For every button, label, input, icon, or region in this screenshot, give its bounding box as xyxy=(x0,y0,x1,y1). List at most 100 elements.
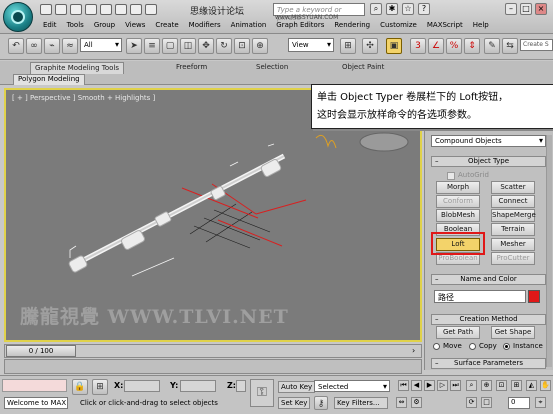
tab-selection[interactable]: Selection xyxy=(256,63,288,75)
mirror-icon[interactable]: ⇆ xyxy=(502,38,518,54)
pan-view-icon[interactable]: ✋ xyxy=(540,380,551,391)
object-category-dropdown[interactable]: Compound Objects xyxy=(431,135,546,147)
current-frame-field[interactable]: 0 xyxy=(508,397,530,409)
autogrid-checkbox[interactable] xyxy=(447,172,455,180)
tab-polygon-modeling[interactable]: Polygon Modeling xyxy=(13,74,85,85)
surface-parameters-rollout-header[interactable]: Surface Parameters xyxy=(431,358,546,369)
menu-animation[interactable]: Animation xyxy=(226,20,272,33)
field-of-view-icon[interactable]: ◭ xyxy=(526,380,537,391)
auto-key-button[interactable]: Auto Key xyxy=(278,381,316,393)
select-and-link-icon[interactable]: ∞ xyxy=(26,38,42,54)
zoom-all-icon[interactable]: ⊕ xyxy=(481,380,492,391)
creation-method-rollout-header[interactable]: Creation Method xyxy=(431,314,546,325)
menu-rendering[interactable]: Rendering xyxy=(329,20,375,33)
key-filters-button[interactable]: Key Filters... xyxy=(334,397,388,409)
track-bar[interactable] xyxy=(4,359,422,374)
undo-icon[interactable]: ↶ xyxy=(8,38,24,54)
menu-help[interactable]: Help xyxy=(468,20,494,33)
menu-maxscript[interactable]: MAXScript xyxy=(422,20,468,33)
shapemerge-button[interactable]: ShapeMerge xyxy=(491,209,536,222)
tab-object-paint[interactable]: Object Paint xyxy=(342,63,384,75)
favorites-star-icon[interactable]: ☆ xyxy=(402,3,414,15)
move-radio[interactable] xyxy=(433,343,440,350)
window-crossing-icon[interactable]: ◫ xyxy=(180,38,196,54)
selection-filter-dropdown[interactable]: All xyxy=(80,38,122,52)
connect-button[interactable]: Connect xyxy=(491,195,535,208)
close-icon[interactable]: × xyxy=(535,3,547,15)
app-logo-icon[interactable] xyxy=(3,2,33,32)
mesher-button[interactable]: Mesher xyxy=(491,238,535,251)
redo-icon[interactable] xyxy=(100,4,112,15)
get-shape-button[interactable]: Get Shape xyxy=(491,326,535,339)
snaps-toggle-icon[interactable]: 3 xyxy=(410,38,426,54)
selection-lock-icon[interactable]: 🔒 xyxy=(72,379,88,395)
communication-center-icon[interactable]: ✱ xyxy=(386,3,398,15)
save-file-icon[interactable] xyxy=(70,4,82,15)
menu-edit[interactable]: Edit xyxy=(38,20,62,33)
name-and-color-rollout-header[interactable]: Name and Color xyxy=(431,274,546,285)
menu-views[interactable]: Views xyxy=(120,20,150,33)
x-coord-field[interactable] xyxy=(124,380,160,392)
welcome-message[interactable]: Welcome to MAX! xyxy=(4,397,68,409)
maxscript-listener-mini[interactable] xyxy=(2,379,67,392)
time-slider-thumb[interactable]: 0 / 100 xyxy=(6,345,76,357)
menu-graph-editors[interactable]: Graph Editors xyxy=(271,20,329,33)
new-file-icon[interactable] xyxy=(40,4,52,15)
hold-icon[interactable] xyxy=(115,4,127,15)
menu-modifiers[interactable]: Modifiers xyxy=(184,20,226,33)
instance-radio[interactable] xyxy=(503,343,510,350)
fetch-icon[interactable] xyxy=(130,4,142,15)
orbit-icon[interactable]: ⟳ xyxy=(466,397,477,408)
set-key-button[interactable]: Set Key xyxy=(278,397,311,409)
help-icon[interactable]: ? xyxy=(418,3,430,15)
pivot-center-icon[interactable]: ⊞ xyxy=(340,38,356,54)
morph-button[interactable]: Morph xyxy=(436,181,480,194)
project-folder-icon[interactable] xyxy=(145,4,157,15)
menu-group[interactable]: Group xyxy=(89,20,120,33)
key-mode-toggle-icon[interactable]: ⇔ xyxy=(396,397,407,408)
select-and-manipulate-2-icon[interactable]: ✣ xyxy=(362,38,378,54)
select-and-rotate-icon[interactable]: ↻ xyxy=(216,38,232,54)
play-icon[interactable]: ▶ xyxy=(424,380,435,391)
select-by-name-icon[interactable]: ≡ xyxy=(144,38,160,54)
keyboard-shortcut-override-icon[interactable]: ▣ xyxy=(386,38,402,54)
maximize-viewport-icon[interactable]: □ xyxy=(481,397,492,408)
unlink-icon[interactable]: ⌁ xyxy=(44,38,60,54)
menu-customize[interactable]: Customize xyxy=(375,20,422,33)
procutter-button[interactable]: ProCutter xyxy=(491,252,535,265)
minimize-icon[interactable]: – xyxy=(505,3,517,15)
absolute-mode-icon[interactable]: ⊞ xyxy=(92,379,108,395)
set-key-mode-icon[interactable]: ⚿ xyxy=(250,379,274,407)
conform-button[interactable]: Conform xyxy=(436,195,480,208)
terrain-button[interactable]: Terrain xyxy=(491,223,535,236)
time-slider-next-icon[interactable]: › xyxy=(412,346,415,355)
walk-through-icon[interactable]: ⌖ xyxy=(535,397,546,408)
go-to-end-icon[interactable]: ⏭ xyxy=(450,380,461,391)
zoom-extents-icon[interactable]: ⊡ xyxy=(496,380,507,391)
reference-coordinate-dropdown[interactable]: View xyxy=(288,38,334,52)
command-panel-scrollbar[interactable] xyxy=(546,135,552,367)
get-path-button[interactable]: Get Path xyxy=(436,326,480,339)
menu-create[interactable]: Create xyxy=(150,20,183,33)
named-selection-set-field[interactable]: Create S xyxy=(520,39,553,51)
tab-graphite-modeling-tools[interactable]: Graphite Modeling Tools xyxy=(30,62,125,74)
binoculars-icon[interactable]: ⌕ xyxy=(370,3,382,15)
previous-frame-icon[interactable]: ◀ xyxy=(411,380,422,391)
z-coord-field[interactable] xyxy=(236,380,246,392)
undo-icon[interactable] xyxy=(85,4,97,15)
time-configuration-icon[interactable]: ⚙ xyxy=(411,397,422,408)
next-frame-icon[interactable]: ▷ xyxy=(437,380,448,391)
angle-snap-icon[interactable]: ∠ xyxy=(428,38,444,54)
copy-radio[interactable] xyxy=(469,343,476,350)
object-type-rollout-header[interactable]: Object Type xyxy=(431,156,546,167)
zoom-icon[interactable]: ⌕ xyxy=(466,380,477,391)
zoom-extents-all-icon[interactable]: ⊞ xyxy=(511,380,522,391)
open-file-icon[interactable] xyxy=(55,4,67,15)
edit-named-selection-icon[interactable]: ✎ xyxy=(484,38,500,54)
percent-snap-icon[interactable]: % xyxy=(446,38,462,54)
set-key-icon[interactable]: ⚷ xyxy=(314,396,328,410)
object-name-field[interactable]: 路径 xyxy=(434,290,526,303)
object-color-swatch[interactable] xyxy=(528,290,540,303)
bind-to-space-warp-icon[interactable]: ≈ xyxy=(62,38,78,54)
blobmesh-button[interactable]: BlobMesh xyxy=(436,209,480,222)
